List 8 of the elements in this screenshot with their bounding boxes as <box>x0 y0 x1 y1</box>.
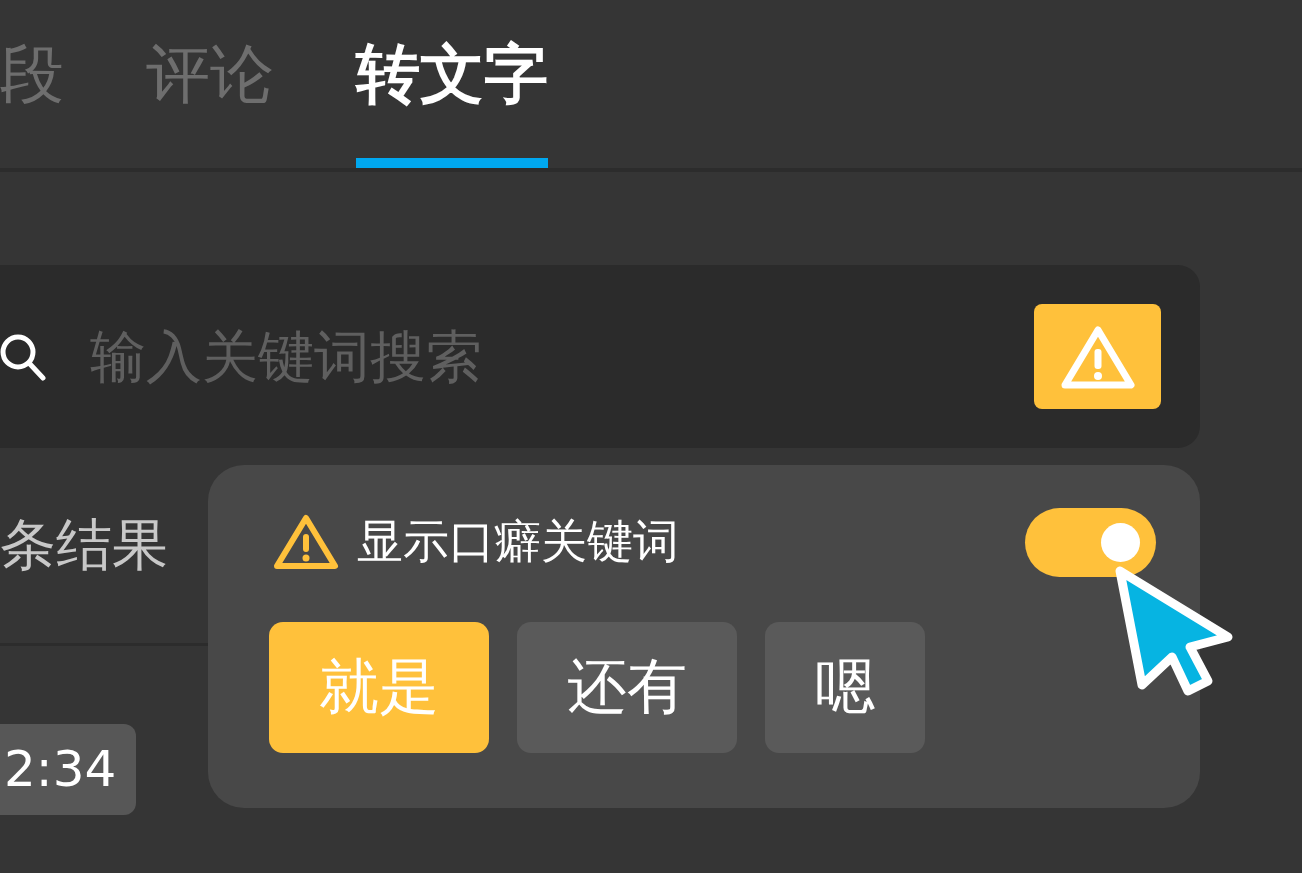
tab[interactable]: 转文字 <box>356 0 548 168</box>
warning-icon <box>273 513 339 571</box>
keyword-chip[interactable]: 还有 <box>517 622 737 753</box>
keyword-chip[interactable]: 嗯 <box>765 622 925 753</box>
warning-icon <box>1060 324 1135 389</box>
popup-title: 显示口癖关键词 <box>357 513 680 570</box>
time-badge: 2:34 <box>0 724 137 815</box>
results-count: 条结果 <box>0 510 168 579</box>
